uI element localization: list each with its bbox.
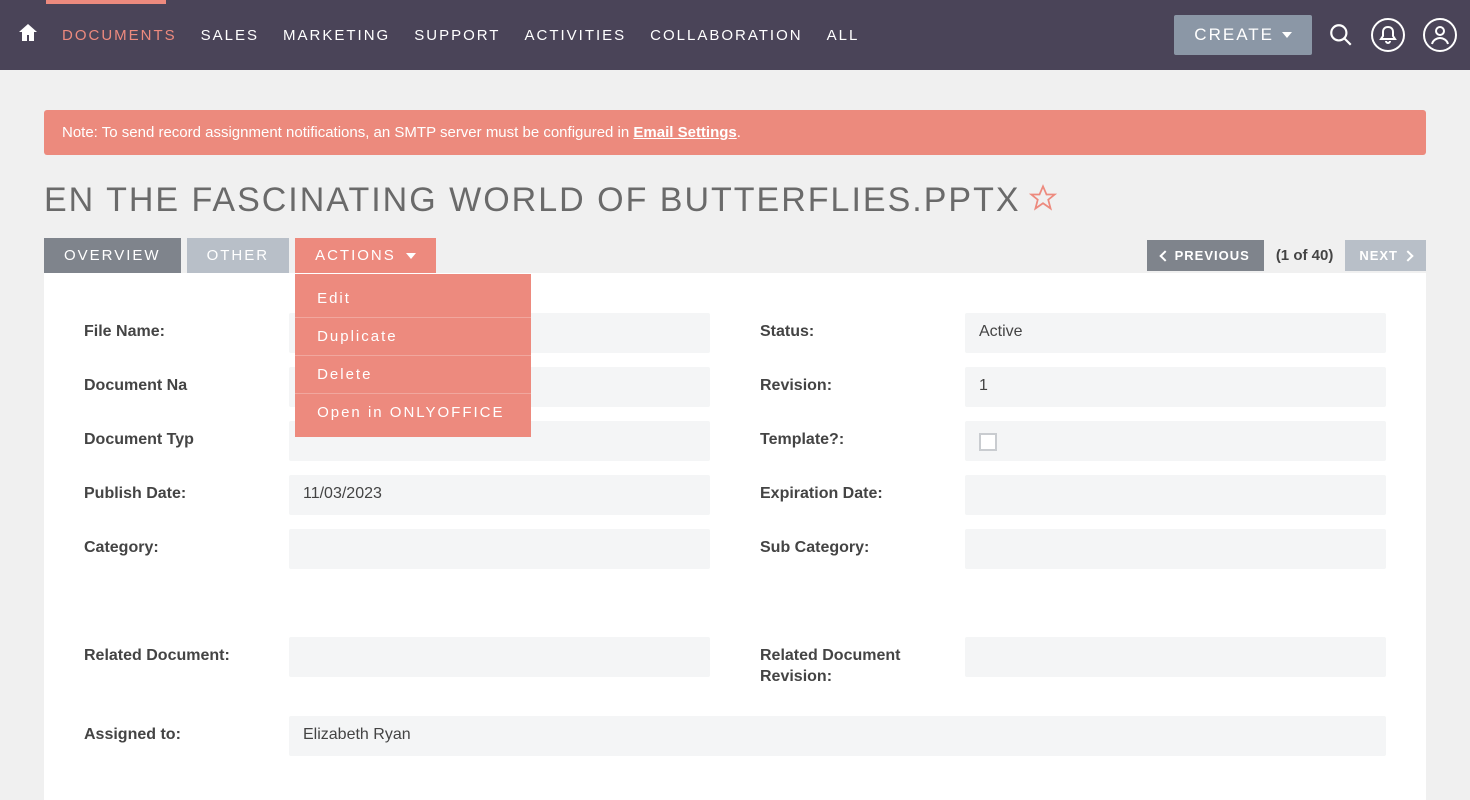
nav-documents[interactable]: DOCUMENTS xyxy=(50,27,189,44)
value-category xyxy=(289,529,710,569)
label-assigned-to: Assigned to: xyxy=(84,716,289,746)
row-assigned-to: Assigned to: Elizabeth Ryan xyxy=(84,716,1386,756)
topnav-right: CREATE xyxy=(1174,15,1458,55)
tab-other[interactable]: OTHER xyxy=(187,238,290,273)
page-title: EN THE FASCINATING WORLD OF BUTTERFLIES.… xyxy=(44,181,1021,220)
home-icon[interactable] xyxy=(16,21,40,50)
label-status: Status: xyxy=(760,313,965,343)
value-status: Active xyxy=(965,313,1386,353)
nav-support[interactable]: SUPPORT xyxy=(402,27,512,44)
row-category: Category: xyxy=(84,529,710,569)
value-related-document-revision xyxy=(965,637,1386,677)
action-delete[interactable]: Delete xyxy=(295,356,531,394)
nav-all[interactable]: ALL xyxy=(815,27,872,44)
label-publish-date: Publish Date: xyxy=(84,475,289,505)
nav-activities[interactable]: ACTIVITIES xyxy=(512,27,638,44)
label-category: Category: xyxy=(84,529,289,559)
form-col-right: Status: Active Revision: 1 Template?: Ex… xyxy=(760,313,1386,702)
pagination: PREVIOUS (1 of 40) NEXT xyxy=(1147,240,1426,271)
create-label: CREATE xyxy=(1194,25,1274,45)
row-expiration-date: Expiration Date: xyxy=(760,475,1386,515)
row-related-document-revision: Related Document Revision: xyxy=(760,637,1386,688)
nav-sales[interactable]: SALES xyxy=(189,27,271,44)
active-tab-indicator xyxy=(46,0,166,4)
tab-actions[interactable]: ACTIONS Edit Duplicate Delete Open in ON… xyxy=(295,238,436,273)
label-file-name: File Name: xyxy=(84,313,289,343)
actions-label: ACTIONS xyxy=(315,247,396,264)
profile-icon[interactable] xyxy=(1422,17,1458,53)
action-duplicate[interactable]: Duplicate xyxy=(295,318,531,356)
label-revision: Revision: xyxy=(760,367,965,397)
action-edit[interactable]: Edit xyxy=(295,280,531,318)
tabs-row: OVERVIEW OTHER ACTIONS Edit Duplicate De… xyxy=(44,238,1426,273)
label-expiration-date: Expiration Date: xyxy=(760,475,965,505)
template-checkbox[interactable] xyxy=(979,433,997,451)
alert-suffix: . xyxy=(737,124,741,141)
value-revision: 1 xyxy=(965,367,1386,407)
caret-down-icon xyxy=(406,253,416,259)
row-sub-category: Sub Category: xyxy=(760,529,1386,569)
favorite-star-icon[interactable] xyxy=(1029,184,1057,217)
value-publish-date: 11/03/2023 xyxy=(289,475,710,515)
chevron-right-icon xyxy=(1402,250,1413,261)
pagination-count: (1 of 40) xyxy=(1276,247,1334,264)
form-grid: File Name: ing World of Butterflies (1).… xyxy=(84,313,1386,702)
row-related-document: Related Document: xyxy=(84,637,710,677)
action-open-onlyoffice[interactable]: Open in ONLYOFFICE xyxy=(295,394,531,431)
spacer-row xyxy=(84,583,710,623)
create-button[interactable]: CREATE xyxy=(1174,15,1312,55)
value-sub-category xyxy=(965,529,1386,569)
previous-label: PREVIOUS xyxy=(1175,248,1250,263)
value-expiration-date xyxy=(965,475,1386,515)
nav-marketing[interactable]: MARKETING xyxy=(271,27,402,44)
tab-overview[interactable]: OVERVIEW xyxy=(44,238,181,273)
caret-down-icon xyxy=(1282,32,1292,38)
detail-panel: File Name: ing World of Butterflies (1).… xyxy=(44,273,1426,800)
top-navigation: DOCUMENTS SALES MARKETING SUPPORT ACTIVI… xyxy=(0,0,1470,70)
alert-prefix: Note: To send record assignment notifica… xyxy=(62,124,633,141)
actions-dropdown: Edit Duplicate Delete Open in ONLYOFFICE xyxy=(295,274,531,437)
label-template: Template?: xyxy=(760,421,965,451)
spacer-row xyxy=(760,583,1386,623)
label-related-document: Related Document: xyxy=(84,637,289,667)
label-document-type: Document Typ xyxy=(84,421,289,451)
row-publish-date: Publish Date: 11/03/2023 xyxy=(84,475,710,515)
label-related-document-revision: Related Document Revision: xyxy=(760,637,965,688)
previous-button[interactable]: PREVIOUS xyxy=(1147,240,1264,271)
value-template xyxy=(965,421,1386,461)
nav-links: DOCUMENTS SALES MARKETING SUPPORT ACTIVI… xyxy=(50,27,871,44)
label-document-name: Document Na xyxy=(84,367,289,397)
label-sub-category: Sub Category: xyxy=(760,529,965,559)
row-status: Status: Active xyxy=(760,313,1386,353)
search-icon[interactable] xyxy=(1328,22,1354,48)
email-settings-link[interactable]: Email Settings xyxy=(633,124,736,141)
next-button[interactable]: NEXT xyxy=(1345,240,1426,271)
value-related-document xyxy=(289,637,710,677)
nav-collaboration[interactable]: COLLABORATION xyxy=(638,27,814,44)
main-container: Note: To send record assignment notifica… xyxy=(0,70,1470,800)
notifications-icon[interactable] xyxy=(1370,17,1406,53)
row-revision: Revision: 1 xyxy=(760,367,1386,407)
page-title-row: EN THE FASCINATING WORLD OF BUTTERFLIES.… xyxy=(44,181,1426,220)
row-template: Template?: xyxy=(760,421,1386,461)
chevron-left-icon xyxy=(1159,250,1170,261)
next-label: NEXT xyxy=(1359,248,1398,263)
smtp-alert: Note: To send record assignment notifica… xyxy=(44,110,1426,155)
value-assigned-to: Elizabeth Ryan xyxy=(289,716,1386,756)
